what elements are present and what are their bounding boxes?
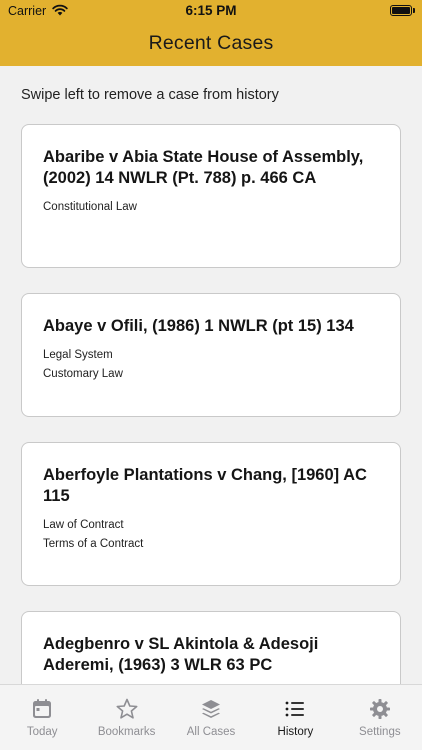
tab-all-cases[interactable]: All Cases xyxy=(169,685,253,750)
case-title-line: Abaribe v Abia State House of Assembly, xyxy=(43,148,364,166)
layers-icon xyxy=(202,700,221,718)
list-icon xyxy=(286,701,305,717)
case-title: Abaye v Ofili, (1986) 1 NWLR (pt 15) 134 xyxy=(43,316,380,337)
tab-bar: Today Bookmarks All Cases History Settin… xyxy=(0,684,422,750)
case-card[interactable]: Abaye v Ofili, (1986) 1 NWLR (pt 15) 134… xyxy=(21,293,401,417)
case-title: Abaribe v Abia State House of Assembly, … xyxy=(43,147,380,189)
battery-cap xyxy=(413,8,415,13)
case-tag: Law of Contract xyxy=(43,519,124,531)
calendar-icon xyxy=(33,699,52,718)
page-title: Recent Cases xyxy=(148,32,274,54)
status-bar: Carrier 6:15 PM xyxy=(0,0,422,22)
status-time: 6:15 PM xyxy=(185,3,237,18)
case-tag: Constitutional Law xyxy=(43,201,137,213)
header-bar: Carrier 6:15 PM Recent Cases xyxy=(0,0,422,66)
tab-label: All Cases xyxy=(186,726,236,738)
tab-settings[interactable]: Settings xyxy=(338,685,422,750)
tab-history[interactable]: History xyxy=(253,685,337,750)
case-tag: Legal System xyxy=(43,349,113,361)
case-title: Aberfoyle Plantations v Chang, [1960] AC… xyxy=(43,465,380,507)
tab-today[interactable]: Today xyxy=(0,685,84,750)
star-icon xyxy=(116,698,138,719)
case-tag: Customary Law xyxy=(43,368,123,380)
swipe-hint: Swipe left to remove a case from history xyxy=(21,87,279,103)
battery-icon xyxy=(390,5,412,16)
case-title-line: (2002) 14 NWLR (Pt. 788) p. 466 CA xyxy=(43,169,317,187)
case-title-line: Abaye v Ofili, (1986) 1 NWLR (pt 15) 134 xyxy=(43,317,354,335)
case-title: Adegbenro v SL Akintola & Adesoji Aderem… xyxy=(43,634,380,676)
tab-label: Today xyxy=(26,726,58,738)
case-card[interactable]: Aberfoyle Plantations v Chang, [1960] AC… xyxy=(21,442,401,586)
tab-bookmarks[interactable]: Bookmarks xyxy=(84,685,168,750)
case-tag: Terms of a Contract xyxy=(43,538,144,550)
tab-label: Settings xyxy=(359,726,401,738)
case-title-line: Adegbenro v SL Akintola & Adesoji xyxy=(43,635,319,653)
tab-label: History xyxy=(277,726,314,738)
case-title-line: Aderemi, (1963) 3 WLR 63 PC xyxy=(43,656,273,674)
tab-label: Bookmarks xyxy=(97,726,156,738)
gear-icon xyxy=(369,699,390,719)
case-card[interactable]: Abaribe v Abia State House of Assembly, … xyxy=(21,124,401,268)
case-title-line: 115 xyxy=(43,487,70,505)
case-title-line: Aberfoyle Plantations v Chang, [1960] AC xyxy=(43,466,367,484)
